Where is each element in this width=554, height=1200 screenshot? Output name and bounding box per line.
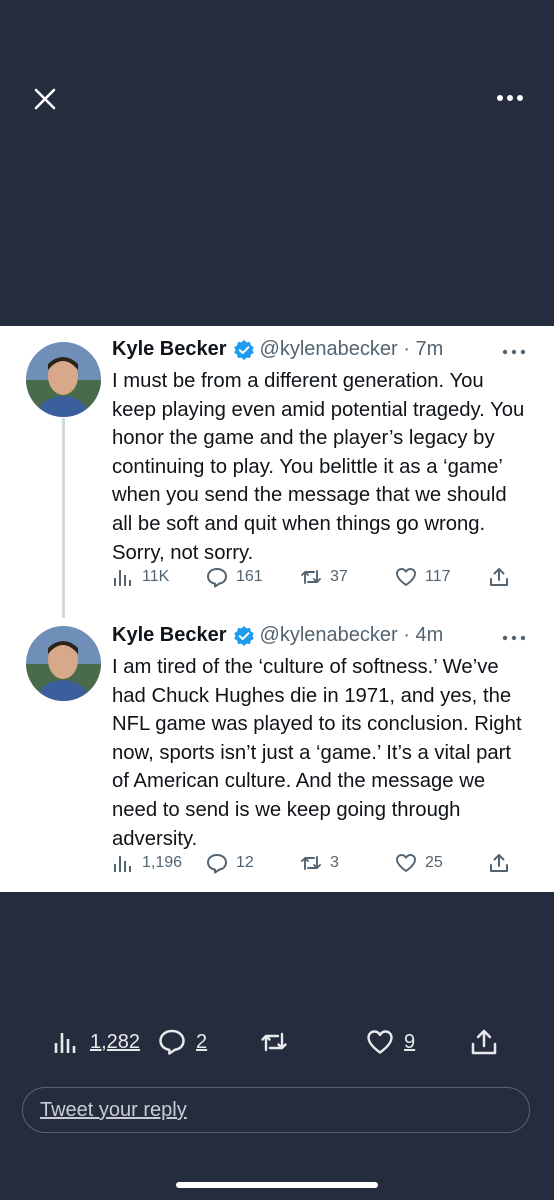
author-handle[interactable]: @kylenabecker	[260, 624, 398, 647]
reply-count: 161	[236, 568, 263, 585]
retweet-icon	[301, 856, 321, 870]
avatar-photo	[26, 342, 101, 417]
close-button[interactable]	[30, 84, 60, 114]
tweet-timestamp[interactable]: 7m	[415, 338, 443, 361]
analytics-icon	[54, 1033, 76, 1053]
views-count: 11K	[142, 568, 170, 585]
author-name[interactable]: Kyle Becker	[112, 624, 227, 647]
tweet-header: Kyle Becker @kylenabecker · 7m	[112, 338, 443, 361]
reply-icon	[207, 568, 227, 588]
more-horizontal-icon	[497, 95, 523, 101]
tweet-actions: 11K 161 37 117	[112, 566, 532, 596]
retweet-button[interactable]	[260, 1028, 298, 1056]
tweet-more-icon[interactable]	[501, 346, 527, 358]
tweet-1[interactable]: Kyle Becker @kylenabecker · 7m I must be…	[0, 326, 554, 616]
heart-icon	[367, 1030, 393, 1054]
reply-button[interactable]: 2	[158, 1028, 207, 1056]
like-button[interactable]: 117	[395, 566, 451, 588]
reply-input[interactable]: Tweet your reply	[22, 1087, 530, 1133]
like-button[interactable]: 9	[366, 1028, 415, 1056]
retweet-icon	[261, 1032, 287, 1052]
reply-button[interactable]: 12	[206, 852, 254, 874]
like-count: 117	[425, 568, 451, 585]
share-icon	[471, 1029, 497, 1055]
heart-icon	[396, 854, 416, 872]
share-icon	[490, 854, 508, 872]
top-bar	[0, 0, 554, 200]
views-count: 1,196	[142, 854, 183, 871]
analytics-icon	[114, 570, 131, 586]
views-button[interactable]: 11K	[112, 566, 169, 588]
share-button[interactable]	[488, 566, 518, 588]
like-button[interactable]: 25	[395, 852, 443, 874]
like-count: 9	[404, 1030, 416, 1053]
views-button[interactable]: 1,196	[112, 852, 182, 874]
reply-icon	[159, 1029, 185, 1055]
verified-badge-icon	[233, 625, 254, 646]
tweet-timestamp[interactable]: 4m	[415, 624, 443, 647]
tweet-thread-card: Kyle Becker @kylenabecker · 7m I must be…	[0, 326, 554, 892]
reply-count: 12	[236, 854, 254, 871]
reply-count: 2	[196, 1030, 208, 1053]
header-separator: ·	[397, 338, 416, 360]
retweet-count: 3	[330, 854, 339, 871]
retweet-button[interactable]: 3	[300, 852, 339, 874]
tweet-header: Kyle Becker @kylenabecker · 4m	[112, 624, 443, 647]
views-button[interactable]: 1,282	[52, 1028, 140, 1056]
author-name[interactable]: Kyle Becker	[112, 338, 227, 361]
reply-placeholder: Tweet your reply	[40, 1099, 187, 1121]
tweet-more-icon[interactable]	[501, 632, 527, 644]
verified-badge-icon	[233, 339, 254, 360]
heart-icon	[396, 568, 416, 586]
like-count: 25	[425, 854, 443, 871]
share-button[interactable]	[470, 1028, 508, 1056]
image-viewer-actions: 1,282 2 9	[0, 1028, 554, 1068]
analytics-icon	[114, 856, 131, 872]
reply-button[interactable]: 161	[206, 566, 263, 588]
avatar-photo	[26, 626, 101, 701]
avatar[interactable]	[26, 342, 101, 417]
share-icon	[490, 568, 508, 586]
header-separator: ·	[397, 624, 416, 646]
close-icon	[34, 88, 56, 110]
author-handle[interactable]: @kylenabecker	[260, 338, 398, 361]
tweet-text: I must be from a different generation. Y…	[112, 370, 525, 564]
share-button[interactable]	[488, 852, 518, 874]
retweet-button[interactable]: 37	[300, 566, 348, 588]
more-options-button[interactable]	[494, 88, 528, 108]
tweet-text: I am tired of the ‘culture of softness.’…	[112, 656, 522, 850]
retweet-count: 37	[330, 568, 348, 585]
avatar[interactable]	[26, 626, 101, 701]
tweet-actions: 1,196 12 3 25	[112, 852, 532, 882]
retweet-icon	[301, 570, 321, 584]
tweet-2[interactable]: Kyle Becker @kylenabecker · 4m I am tire…	[0, 612, 554, 892]
reply-icon	[207, 854, 227, 874]
views-count: 1,282	[90, 1030, 141, 1053]
home-indicator[interactable]	[176, 1182, 378, 1188]
